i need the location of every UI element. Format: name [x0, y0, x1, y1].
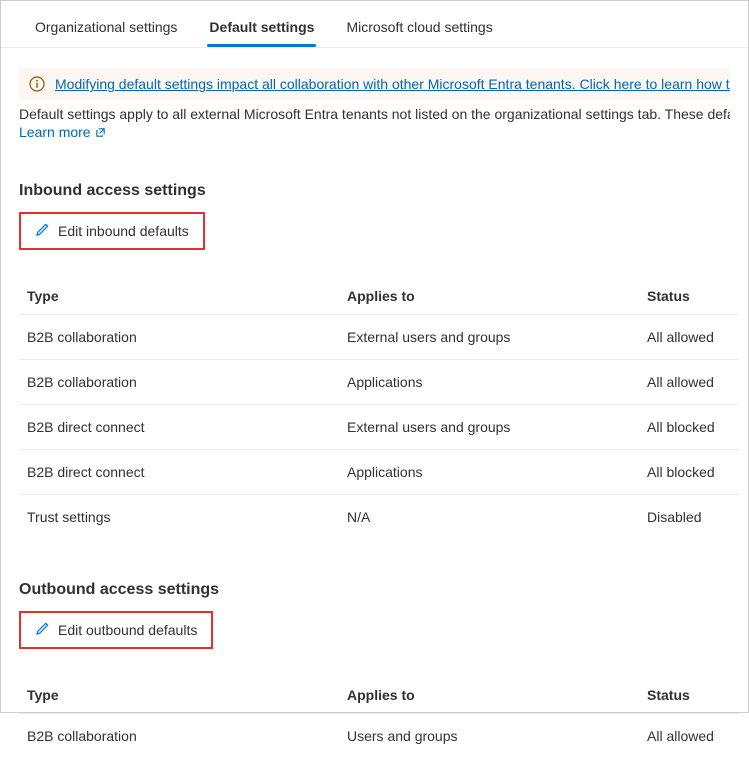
- cell-applies: Applications: [339, 360, 639, 405]
- col-header-applies[interactable]: Applies to: [339, 278, 639, 315]
- tab-default-settings[interactable]: Default settings: [193, 9, 330, 47]
- table-row[interactable]: Trust settings N/A Disabled: [19, 495, 739, 540]
- cell-status: All allowed: [639, 315, 739, 360]
- tab-bar: Organizational settings Default settings…: [1, 1, 748, 48]
- content-area: Modifying default settings impact all co…: [1, 68, 748, 758]
- table-header-row: Type Applies to Status: [19, 278, 739, 315]
- edit-inbound-defaults-button[interactable]: Edit inbound defaults: [25, 216, 199, 246]
- col-header-status[interactable]: Status: [639, 278, 739, 315]
- learn-more-link[interactable]: Learn more: [19, 124, 106, 140]
- cell-type: B2B collaboration: [19, 360, 339, 405]
- external-link-icon: [95, 124, 106, 140]
- cell-applies: Users and groups: [339, 714, 639, 758]
- cell-type: Trust settings: [19, 495, 339, 540]
- table-row[interactable]: B2B direct connect External users and gr…: [19, 405, 739, 450]
- table-row[interactable]: B2B collaboration External users and gro…: [19, 315, 739, 360]
- cell-status: All blocked: [639, 450, 739, 495]
- col-header-type[interactable]: Type: [19, 278, 339, 315]
- pencil-icon: [35, 222, 50, 240]
- edit-outbound-label: Edit outbound defaults: [58, 622, 197, 638]
- description-text: Default settings apply to all external M…: [19, 106, 730, 122]
- cell-applies: External users and groups: [339, 315, 639, 360]
- learn-more-label: Learn more: [19, 124, 91, 140]
- cell-status: All allowed: [639, 714, 739, 758]
- inbound-table: Type Applies to Status B2B collaboration…: [19, 278, 739, 539]
- table-row[interactable]: B2B collaboration Users and groups All a…: [19, 714, 739, 758]
- col-header-status[interactable]: Status: [639, 677, 739, 714]
- pencil-icon: [35, 621, 50, 639]
- edit-inbound-label: Edit inbound defaults: [58, 223, 189, 239]
- cell-status: All blocked: [639, 405, 739, 450]
- col-header-type[interactable]: Type: [19, 677, 339, 714]
- cell-type: B2B collaboration: [19, 315, 339, 360]
- cell-status: Disabled: [639, 495, 739, 540]
- cell-type: B2B collaboration: [19, 714, 339, 758]
- table-row[interactable]: B2B collaboration Applications All allow…: [19, 360, 739, 405]
- cell-applies: Applications: [339, 450, 639, 495]
- highlight-outbound: Edit outbound defaults: [19, 611, 213, 649]
- highlight-inbound: Edit inbound defaults: [19, 212, 205, 250]
- cell-type: B2B direct connect: [19, 450, 339, 495]
- outbound-section-title: Outbound access settings: [19, 581, 730, 599]
- cell-applies: N/A: [339, 495, 639, 540]
- info-banner-link[interactable]: Modifying default settings impact all co…: [55, 76, 730, 92]
- cell-type: B2B direct connect: [19, 405, 339, 450]
- tab-microsoft-cloud-settings[interactable]: Microsoft cloud settings: [330, 9, 508, 47]
- info-icon: [29, 76, 45, 92]
- col-header-applies[interactable]: Applies to: [339, 677, 639, 714]
- tab-organizational-settings[interactable]: Organizational settings: [19, 9, 193, 47]
- table-row[interactable]: B2B direct connect Applications All bloc…: [19, 450, 739, 495]
- table-header-row: Type Applies to Status: [19, 677, 739, 714]
- info-banner: Modifying default settings impact all co…: [19, 68, 730, 100]
- outbound-table: Type Applies to Status B2B collaboration…: [19, 677, 739, 758]
- cell-status: All allowed: [639, 360, 739, 405]
- edit-outbound-defaults-button[interactable]: Edit outbound defaults: [25, 615, 207, 645]
- cell-applies: External users and groups: [339, 405, 639, 450]
- inbound-section-title: Inbound access settings: [19, 182, 730, 200]
